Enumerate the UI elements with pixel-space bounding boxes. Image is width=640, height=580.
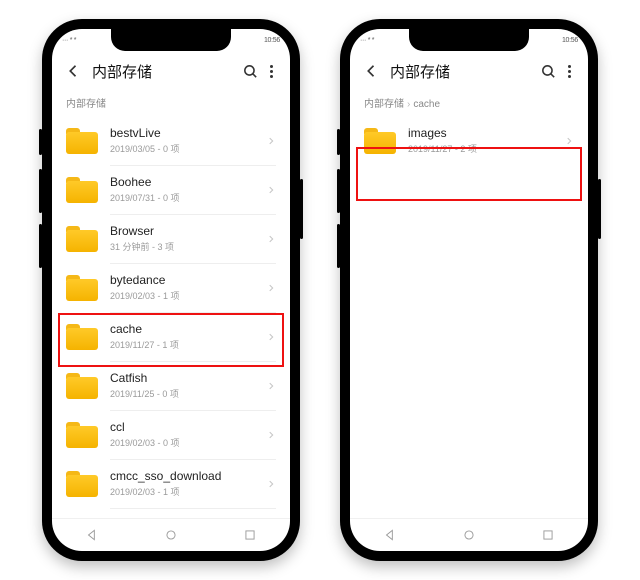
folder-icon	[66, 275, 98, 301]
status-time: 10:56	[264, 37, 280, 44]
more-button[interactable]	[262, 65, 280, 78]
chevron-right-icon	[266, 381, 276, 391]
folder-name: cmcc_sso_download	[110, 469, 266, 483]
app-header: 内部存储	[350, 51, 588, 91]
breadcrumb-item[interactable]: 内部存储	[364, 99, 404, 110]
folder-name: Browser	[110, 224, 266, 238]
row-text: cache 2019/11/27 - 1 项	[98, 322, 266, 351]
folder-meta: 2019/11/27 - 2 项	[408, 142, 564, 155]
arrow-left-icon	[363, 62, 381, 80]
folder-row[interactable]: images 2019/11/27 - 2 项	[350, 116, 588, 165]
folder-row[interactable]: bestvLive 2019/03/05 - 0 项	[52, 116, 290, 165]
breadcrumb-item[interactable]: 内部存储	[66, 99, 106, 110]
status-time: 10:56	[562, 37, 578, 44]
folder-meta: 2019/11/25 - 0 项	[110, 387, 266, 400]
back-button[interactable]	[62, 62, 86, 80]
folder-meta: 31 分钟前 - 3 项	[110, 240, 266, 253]
breadcrumb-item[interactable]: cache	[413, 99, 440, 110]
android-nav-bar	[350, 518, 588, 551]
search-icon	[242, 63, 259, 80]
row-text: bytedance 2019/02/03 - 1 项	[98, 273, 266, 302]
folder-row[interactable]: ccl 2019/02/03 - 0 项	[52, 410, 290, 459]
search-button[interactable]	[238, 63, 262, 80]
row-text: cmcc_sso_download 2019/02/03 - 1 项	[98, 469, 266, 498]
folder-row[interactable]: bytedance 2019/02/03 - 1 项	[52, 263, 290, 312]
row-text: images 2019/11/27 - 2 项	[396, 126, 564, 155]
notch	[111, 29, 231, 51]
folder-row[interactable]: cmcc_sso_ks2019/03/29 - 1 项	[52, 508, 290, 518]
arrow-left-icon	[65, 62, 83, 80]
folder-name: Boohee	[110, 175, 266, 189]
folder-icon	[66, 128, 98, 154]
nav-recent-icon[interactable]	[541, 528, 555, 542]
row-text: Boohee 2019/07/31 - 0 项	[98, 175, 266, 204]
folder-row[interactable]: cache 2019/11/27 - 1 项	[52, 312, 290, 361]
chevron-right-icon	[266, 332, 276, 342]
more-vert-icon	[568, 65, 571, 78]
row-text: ccl 2019/02/03 - 0 项	[98, 420, 266, 449]
page-title: 内部存储	[384, 61, 536, 82]
folder-icon	[66, 471, 98, 497]
folder-row[interactable]: Browser 31 分钟前 - 3 项	[52, 214, 290, 263]
row-text: Catfish 2019/11/25 - 0 项	[98, 371, 266, 400]
folder-meta: 2019/02/03 - 1 项	[110, 289, 266, 302]
folder-row[interactable]: Boohee 2019/07/31 - 0 项	[52, 165, 290, 214]
phone-frame-right: ··· * * 10:56 内部存储 内部存储›cach	[340, 19, 598, 561]
folder-name: images	[408, 126, 564, 140]
android-nav-bar	[52, 518, 290, 551]
more-vert-icon	[270, 65, 273, 78]
breadcrumb[interactable]: 内部存储	[52, 91, 290, 116]
folder-icon	[66, 226, 98, 252]
chevron-right-icon: ›	[407, 99, 410, 110]
nav-back-icon[interactable]	[85, 528, 99, 542]
chevron-right-icon	[266, 479, 276, 489]
folder-name: bytedance	[110, 273, 266, 287]
folder-icon	[66, 324, 98, 350]
folder-name: Catfish	[110, 371, 266, 385]
notch	[409, 29, 529, 51]
search-button[interactable]	[536, 63, 560, 80]
page-title: 内部存储	[86, 61, 238, 82]
folder-meta: 2019/07/31 - 0 项	[110, 191, 266, 204]
nav-back-icon[interactable]	[383, 528, 397, 542]
folder-list[interactable]: bestvLive 2019/03/05 - 0 项 Boohee 2019/07/3…	[52, 116, 290, 518]
folder-icon	[364, 128, 396, 154]
row-text: Browser 31 分钟前 - 3 项	[98, 224, 266, 253]
folder-icon	[66, 177, 98, 203]
folder-name: bestvLive	[110, 126, 266, 140]
status-indicators: ··· * *	[62, 37, 76, 44]
breadcrumb[interactable]: 内部存储›cache	[350, 91, 588, 116]
nav-recent-icon[interactable]	[243, 528, 257, 542]
chevron-right-icon	[266, 283, 276, 293]
back-button[interactable]	[360, 62, 384, 80]
nav-home-icon[interactable]	[462, 528, 476, 542]
app-header: 内部存储	[52, 51, 290, 91]
status-indicators: ··· * *	[360, 37, 374, 44]
folder-icon	[66, 422, 98, 448]
chevron-right-icon	[266, 136, 276, 146]
folder-row[interactable]: cmcc_sso_download 2019/02/03 - 1 项	[52, 459, 290, 508]
folder-meta: 2019/11/27 - 1 项	[110, 338, 266, 351]
nav-home-icon[interactable]	[164, 528, 178, 542]
folder-meta: 2019/02/03 - 1 项	[110, 485, 266, 498]
more-button[interactable]	[560, 65, 578, 78]
row-text: bestvLive 2019/03/05 - 0 项	[98, 126, 266, 155]
chevron-right-icon	[564, 136, 574, 146]
folder-row[interactable]: Catfish 2019/11/25 - 0 项	[52, 361, 290, 410]
chevron-right-icon	[266, 185, 276, 195]
phone-frame-left: ··· * * 10:56 内部存储 内部存储	[42, 19, 300, 561]
chevron-right-icon	[266, 234, 276, 244]
folder-meta: 2019/02/03 - 0 项	[110, 436, 266, 449]
folder-meta: 2019/03/05 - 0 项	[110, 142, 266, 155]
folder-name: ccl	[110, 420, 266, 434]
folder-list[interactable]: images 2019/11/27 - 2 项	[350, 116, 588, 518]
search-icon	[540, 63, 557, 80]
chevron-right-icon	[266, 430, 276, 440]
folder-icon	[66, 373, 98, 399]
folder-name: cache	[110, 322, 266, 336]
